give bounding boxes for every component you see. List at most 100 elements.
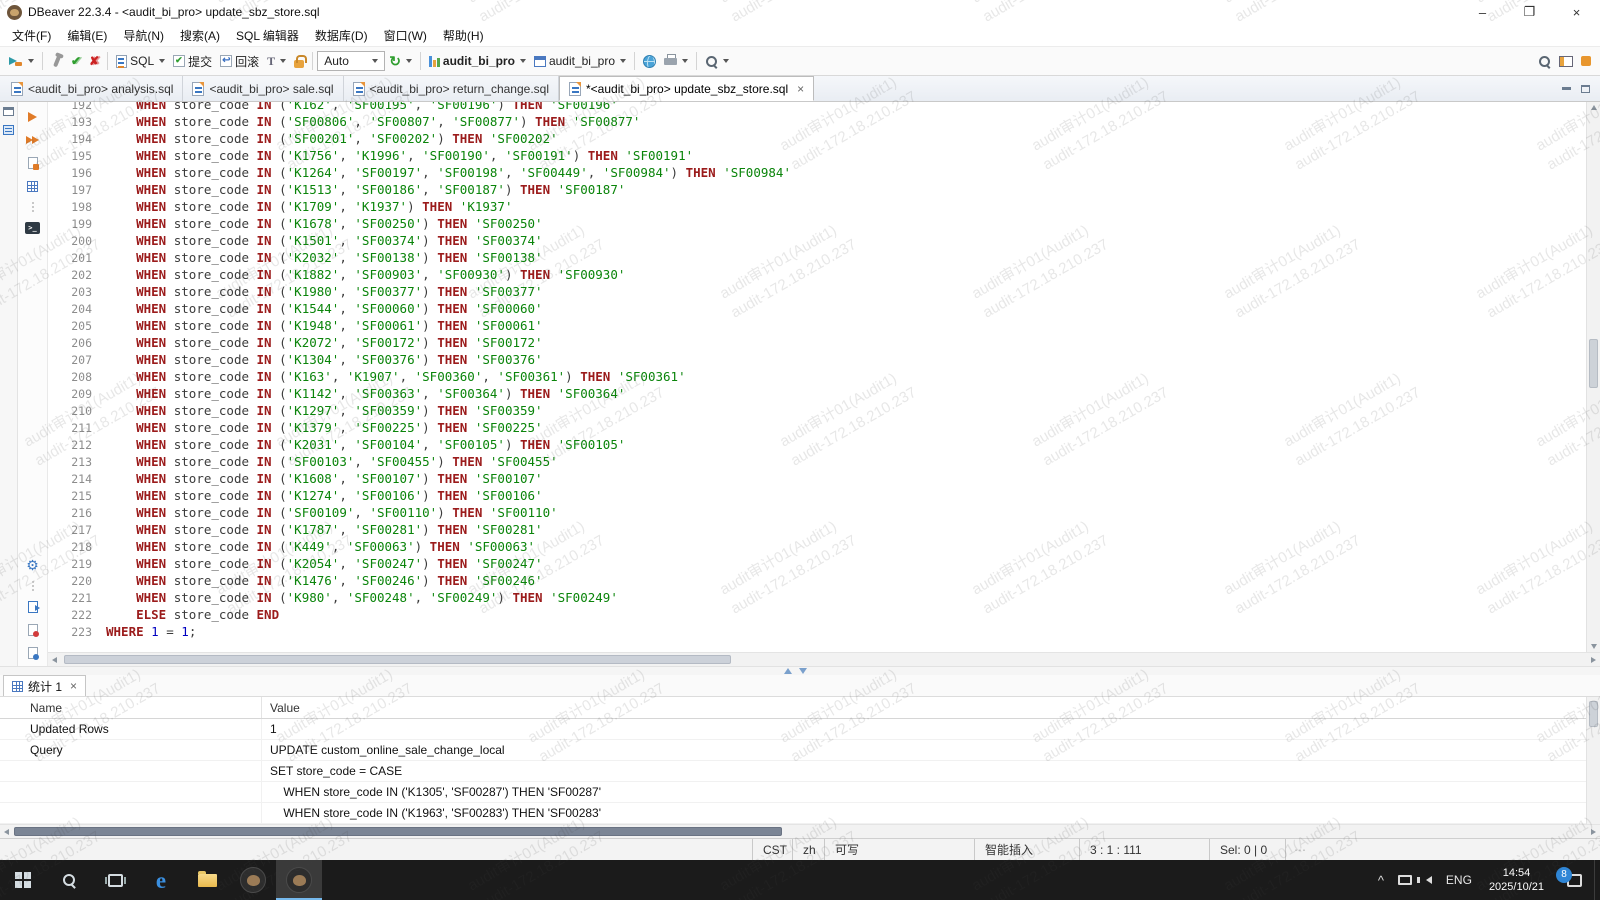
minimize-button[interactable]: – [1459, 0, 1506, 24]
status-cursor-position[interactable]: 3 : 1 : 111 [1079, 839, 1209, 860]
sql-editor[interactable]: 192 WHEN store_code IN ('K162', 'SF00195… [48, 102, 1600, 652]
database-selector[interactable]: audit_bi_pro [425, 49, 530, 73]
perspective-button[interactable] [1555, 49, 1577, 73]
tab-statistics[interactable]: 统计 1 × [3, 675, 87, 696]
results-horizontal-scrollbar[interactable] [0, 824, 1600, 838]
close-button[interactable]: × [1553, 0, 1600, 24]
code-line[interactable]: 220 WHEN store_code IN ('K1476', 'SF0024… [48, 572, 1584, 589]
code-line[interactable]: 219 WHEN store_code IN ('K2054', 'SF0024… [48, 555, 1584, 572]
hidden-icons-button[interactable]: ^ [1371, 860, 1391, 900]
show-results-button[interactable] [27, 179, 38, 193]
database-navigator-icon[interactable] [3, 125, 14, 135]
explain-plan-button[interactable] [27, 156, 39, 170]
scroll-left-arrow[interactable] [4, 829, 9, 835]
menu-window[interactable]: 窗口(W) [376, 25, 435, 46]
save-report-button[interactable] [27, 623, 39, 637]
tab-update-sbz-store-sql[interactable]: *<audit_bi_pro> update_sbz_store.sql × [559, 76, 815, 101]
code-line[interactable]: 205 WHEN store_code IN ('K1948', 'SF0006… [48, 317, 1584, 334]
menu-edit[interactable]: 编辑(E) [59, 25, 115, 46]
scroll-right-arrow[interactable] [1591, 657, 1596, 663]
open-sql-editor-button[interactable] [5, 49, 38, 73]
commit-mode-combo[interactable]: Auto [317, 51, 386, 71]
horizontal-scroll-thumb[interactable] [64, 655, 732, 664]
table-row[interactable]: Query UPDATE custom_online_sale_change_l… [0, 740, 1600, 761]
results-tab-close-icon[interactable]: × [70, 679, 77, 693]
print-button[interactable] [660, 49, 692, 73]
docked-panel-button[interactable] [1577, 49, 1595, 73]
commit-button[interactable]: 提交 [169, 49, 216, 73]
code-line[interactable]: 210 WHEN store_code IN ('K1297', 'SF0035… [48, 402, 1584, 419]
code-line[interactable]: 211 WHEN store_code IN ('K1379', 'SF0022… [48, 419, 1584, 436]
maximize-view-icon[interactable] [1581, 84, 1590, 93]
execute-statement-button[interactable] [28, 110, 37, 124]
script-info-button[interactable] [27, 646, 39, 660]
file-explorer-button[interactable] [184, 860, 230, 900]
maximize-button[interactable]: ❐ [1506, 0, 1553, 24]
minimize-view-icon[interactable] [1562, 87, 1571, 90]
schema-selector[interactable]: audit_bi_pro [530, 49, 630, 73]
menu-file[interactable]: 文件(F) [4, 25, 59, 46]
code-line[interactable]: 206 WHEN store_code IN ('K2072', 'SF0017… [48, 334, 1584, 351]
quick-search-button[interactable] [1534, 49, 1555, 73]
code-line[interactable]: 200 WHEN store_code IN ('K1501', 'SF0037… [48, 232, 1584, 249]
rollback-button[interactable]: 回滚 [216, 49, 263, 73]
editor-results-sash[interactable] [0, 666, 1600, 675]
language-indicator[interactable]: ENG [1439, 860, 1479, 900]
code-line[interactable]: 202 WHEN store_code IN ('K1882', 'SF0090… [48, 266, 1584, 283]
commit-tx-button[interactable]: ✔ [67, 49, 85, 73]
code-line[interactable]: 214 WHEN store_code IN ('K1608', 'SF0010… [48, 470, 1584, 487]
tab-analysis-sql[interactable]: <audit_bi_pro> analysis.sql [2, 76, 184, 101]
menu-sql-editor[interactable]: SQL 编辑器 [228, 25, 307, 46]
pin-button[interactable] [47, 49, 67, 73]
code-line[interactable]: 209 WHEN store_code IN ('K1142', 'SF0036… [48, 385, 1584, 402]
menu-help[interactable]: 帮助(H) [435, 25, 492, 46]
display-tray-button[interactable] [1391, 860, 1419, 900]
data-search-button[interactable] [701, 49, 733, 73]
status-writable[interactable]: 可写 [824, 839, 974, 860]
vertical-scroll-thumb[interactable] [1589, 701, 1598, 727]
table-row[interactable]: Updated Rows 1 [0, 719, 1600, 740]
column-header-name[interactable]: Name [0, 697, 262, 718]
scroll-up-arrow[interactable] [1591, 105, 1597, 110]
code-line[interactable]: 194 WHEN store_code IN ('SF00201', 'SF00… [48, 130, 1584, 147]
tab-return-change-sql[interactable]: <audit_bi_pro> return_change.sql [344, 76, 559, 101]
code-line[interactable]: 195 WHEN store_code IN ('K1756', 'K1996'… [48, 147, 1584, 164]
code-line[interactable]: 212 WHEN store_code IN ('K2031', 'SF0010… [48, 436, 1584, 453]
dbeaver-taskbar-button-2[interactable] [276, 860, 322, 900]
table-row[interactable]: WHEN store_code IN ('K1963', 'SF00283') … [0, 803, 1600, 824]
sql-dialect-dropdown[interactable]: SQL [112, 49, 169, 73]
code-line[interactable]: 222 ELSE store_code END [48, 606, 1584, 623]
column-header-value[interactable]: Value [262, 697, 1600, 718]
sash-up-icon[interactable] [784, 668, 792, 674]
rollback-tx-button[interactable]: ✘ [85, 49, 103, 73]
results-vertical-scrollbar[interactable] [1586, 697, 1600, 824]
scroll-down-arrow[interactable] [1591, 644, 1597, 649]
show-desktop-button[interactable] [1594, 860, 1600, 900]
scroll-left-arrow[interactable] [52, 657, 57, 663]
code-line[interactable]: 198 WHEN store_code IN ('K1709', 'K1937'… [48, 198, 1584, 215]
editor-horizontal-scrollbar[interactable] [48, 652, 1600, 666]
settings-button[interactable]: ⚙ [26, 558, 39, 572]
lock-button[interactable] [290, 49, 308, 73]
tab-close-icon[interactable]: × [797, 82, 804, 96]
table-row[interactable]: SET store_code = CASE [0, 761, 1600, 782]
volume-button[interactable] [1416, 860, 1439, 900]
menu-navigate[interactable]: 导航(N) [115, 25, 172, 46]
action-center-button[interactable]: 8 [1554, 860, 1594, 900]
scroll-right-arrow[interactable] [1591, 829, 1596, 835]
tab-sale-sql[interactable]: <audit_bi_pro> sale.sql [183, 76, 344, 101]
code-line[interactable]: 193 WHEN store_code IN ('SF00806', 'SF00… [48, 113, 1584, 130]
dbeaver-taskbar-button-1[interactable] [230, 860, 276, 900]
edge-browser-button[interactable]: e [138, 860, 184, 900]
taskbar-clock[interactable]: 14:54 2025/10/21 [1479, 860, 1554, 900]
menu-search[interactable]: 搜索(A) [172, 25, 228, 46]
auto-refresh-button[interactable]: ↻ [385, 49, 416, 73]
vertical-scroll-thumb[interactable] [1589, 338, 1598, 388]
network-button[interactable] [639, 49, 660, 73]
export-data-button[interactable] [27, 600, 40, 614]
code-line[interactable]: 216 WHEN store_code IN ('SF00109', 'SF00… [48, 504, 1584, 521]
menu-database[interactable]: 数据库(D) [307, 25, 376, 46]
code-line[interactable]: 208 WHEN store_code IN ('K163', 'K1907',… [48, 368, 1584, 385]
code-line[interactable]: 196 WHEN store_code IN ('K1264', 'SF0019… [48, 164, 1584, 181]
code-line[interactable]: 223 WHERE 1 = 1; [48, 623, 1584, 640]
